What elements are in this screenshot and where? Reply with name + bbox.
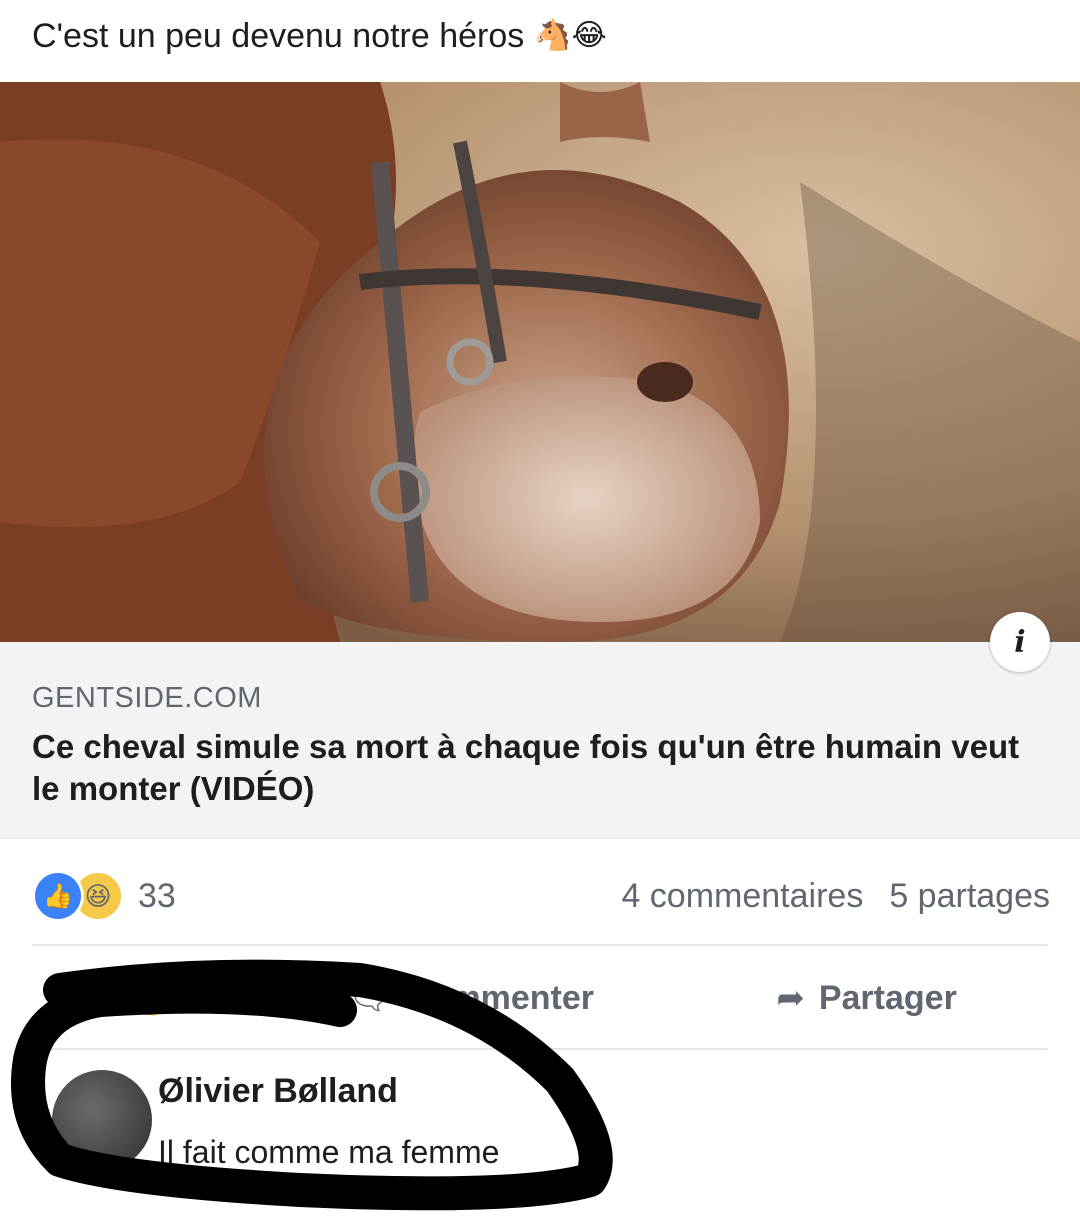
horse-photo [0, 82, 1080, 642]
info-icon[interactable]: i [990, 612, 1050, 672]
share-button[interactable]: ➦ Partager [776, 978, 956, 1018]
comment-button-label: Commenter [405, 978, 594, 1017]
thumbs-up-icon: 👍 [123, 979, 166, 1017]
link-preview-image[interactable] [0, 82, 1080, 642]
divider [32, 1048, 1048, 1050]
heart-icon[interactable] [956, 1148, 1040, 1216]
link-card[interactable]: GENTSIDE.COM Ce cheval simule sa mort à … [0, 642, 1080, 839]
like-button[interactable]: 👍 [123, 978, 165, 1018]
comment: Ølivier Bølland Il fait comme ma femme [32, 1058, 932, 1188]
speech-bubble-icon: 🗨 [347, 979, 392, 1017]
engagement-stats: 4 commentaires 5 partages [621, 877, 1050, 916]
action-bar: 👍 🗨 Commenter ➦ Partager [32, 958, 1048, 1038]
thumbs-up-icon: 👍 [32, 870, 84, 922]
post-emoji: 🐴😂 [534, 19, 607, 52]
comment-author[interactable]: Ølivier Bølland [158, 1072, 398, 1111]
comment-text: Il fait comme ma femme [158, 1134, 500, 1170]
share-arrow-icon: ➦ [776, 979, 805, 1017]
link-domain: GENTSIDE.COM [32, 682, 262, 714]
divider [32, 944, 1048, 946]
reaction-summary[interactable]: 👍 😆 33 [32, 870, 176, 922]
link-title[interactable]: Ce cheval simule sa mort à chaque fois q… [32, 726, 1052, 810]
comments-count[interactable]: 4 commentaires [621, 877, 863, 916]
share-button-label: Partager [818, 978, 957, 1017]
post-message: C'est un peu devenu notre héros [32, 17, 525, 55]
reactions-bar: 👍 😆 33 4 commentaires 5 partages [32, 868, 1050, 924]
reaction-count: 33 [138, 876, 176, 915]
avatar[interactable] [52, 1070, 152, 1170]
shares-count[interactable]: 5 partages [889, 877, 1050, 916]
post-text: C'est un peu devenu notre héros 🐴😂 [32, 6, 1032, 66]
comment-button[interactable]: 🗨 Commenter [348, 978, 594, 1018]
